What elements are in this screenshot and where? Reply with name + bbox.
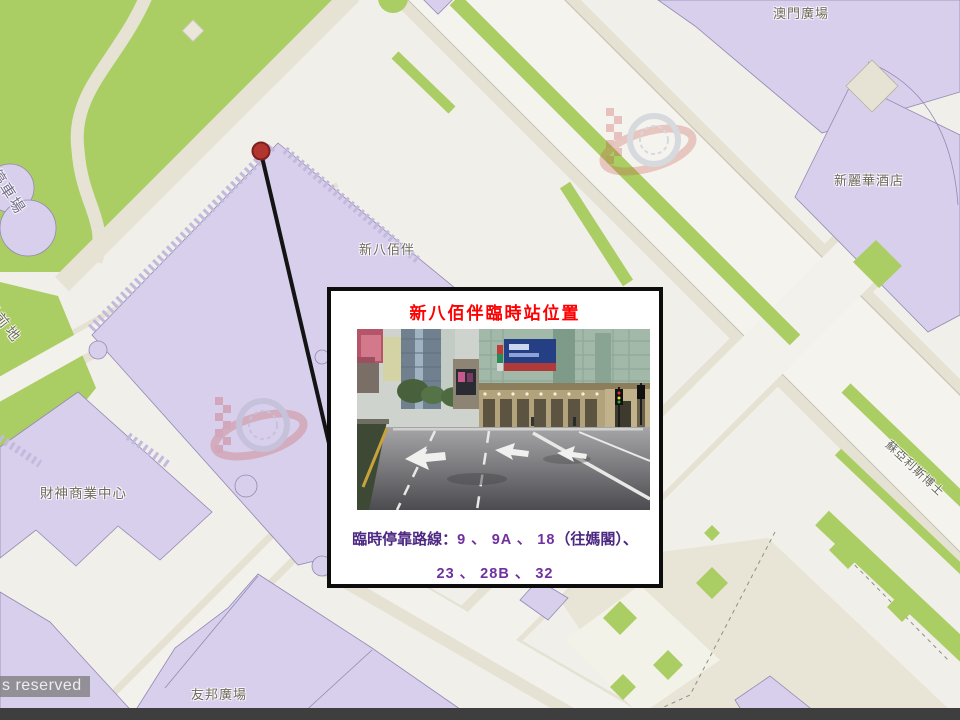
label-aia-plaza: 友邦廣場: [191, 684, 247, 703]
map-view: 澳門廣場 新麗華酒店 新八佰伴 財神商業中心 友邦廣場 湖停車場 華利前地 蘇亞…: [0, 0, 960, 720]
routes-label: 臨時停靠路線：: [352, 531, 457, 548]
label-new-yaohan: 新八佰伴: [359, 239, 415, 258]
routes-numbers-2: 23 、 28B 、 32: [437, 566, 554, 582]
station-photo: [357, 329, 650, 510]
bottom-bar: [0, 708, 960, 720]
popup-title: 新八佰伴臨時站位置: [331, 299, 659, 324]
station-marker[interactable]: [253, 143, 270, 160]
routes-dest-note: （往媽閣）、: [555, 531, 638, 548]
label-macau-square: 澳門廣場: [773, 3, 829, 22]
routes-text-line1: 臨時停靠路線：9 、 9A 、 18（往媽閣）、: [331, 528, 659, 549]
label-treasure-centre: 財神商業中心: [40, 482, 127, 502]
routes-numbers-1: 9 、 9A 、 18: [457, 532, 555, 548]
station-popup: 新八佰伴臨時站位置: [327, 287, 663, 588]
copyright-watermark: s reserved: [0, 676, 90, 697]
label-sintra-hotel: 新麗華酒店: [834, 170, 904, 189]
routes-text-line2: 23 、 28B 、 32: [331, 562, 659, 583]
